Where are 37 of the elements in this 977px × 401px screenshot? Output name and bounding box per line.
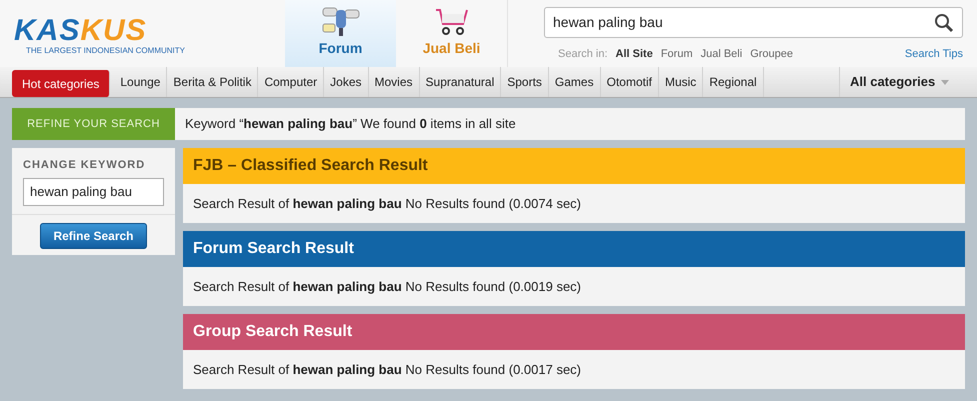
keyword-field[interactable]: hewan paling bau	[23, 178, 164, 206]
category-link[interactable]: Games	[548, 67, 601, 97]
result-section-header: FJB – Classified Search Result	[183, 148, 965, 184]
channel-tab[interactable]: Forum	[285, 0, 396, 67]
category-link[interactable]: Hot categories	[12, 70, 110, 97]
microphone-chat-icon	[320, 6, 360, 38]
result-text: Search Result of hewan paling bau No Results found (0.0017 sec)	[183, 350, 965, 389]
logo-tagline: THE LARGEST INDONESIAN COMMUNITY	[26, 46, 186, 56]
refine-header: REFINE YOUR SEARCH	[12, 108, 175, 140]
search-scope-option[interactable]: All Site	[616, 46, 653, 62]
category-link[interactable]: Supranatural	[420, 67, 502, 97]
search-scope-option[interactable]: Groupee	[750, 46, 793, 62]
category-link[interactable]: Sports	[501, 67, 549, 97]
result-section-header: Group Search Result	[183, 314, 965, 350]
category-link[interactable]: Lounge	[114, 67, 168, 97]
all-categories-menu[interactable]: All categories	[839, 67, 949, 97]
category-link[interactable]: Jokes	[324, 67, 368, 97]
search-scope-option[interactable]: Jual Beli	[700, 46, 742, 62]
category-link[interactable]: Movies	[368, 67, 420, 97]
result-text: Search Result of hewan paling bau No Results found (0.0074 sec)	[183, 184, 965, 223]
category-link[interactable]: Regional	[703, 67, 764, 97]
search-icon[interactable]	[934, 12, 954, 32]
change-keyword-label: CHANGE KEYWORD	[22, 158, 146, 173]
search-in-label: Search in:	[558, 47, 608, 62]
refine-search-button[interactable]: Refine Search	[40, 222, 147, 248]
logo-text[interactable]: KASKUS	[14, 16, 285, 46]
search-summary: Keyword “hewan paling bau” We found 0 items in all site	[175, 108, 965, 140]
result-section-header: Forum Search Result	[183, 231, 965, 267]
category-link[interactable]: Computer	[258, 67, 324, 97]
search-scope-option[interactable]: Forum	[660, 46, 693, 62]
category-link[interactable]: Otomotif	[600, 67, 659, 97]
category-link[interactable]: Berita & Politik	[167, 67, 258, 97]
result-text: Search Result of hewan paling bau No Results found (0.0019 sec)	[183, 267, 965, 306]
search-tips-link[interactable]: Search Tips	[904, 46, 963, 62]
search-field[interactable]: hewan paling bau	[544, 7, 963, 38]
caret-icon	[941, 80, 949, 84]
category-link[interactable]: Music	[658, 67, 704, 97]
